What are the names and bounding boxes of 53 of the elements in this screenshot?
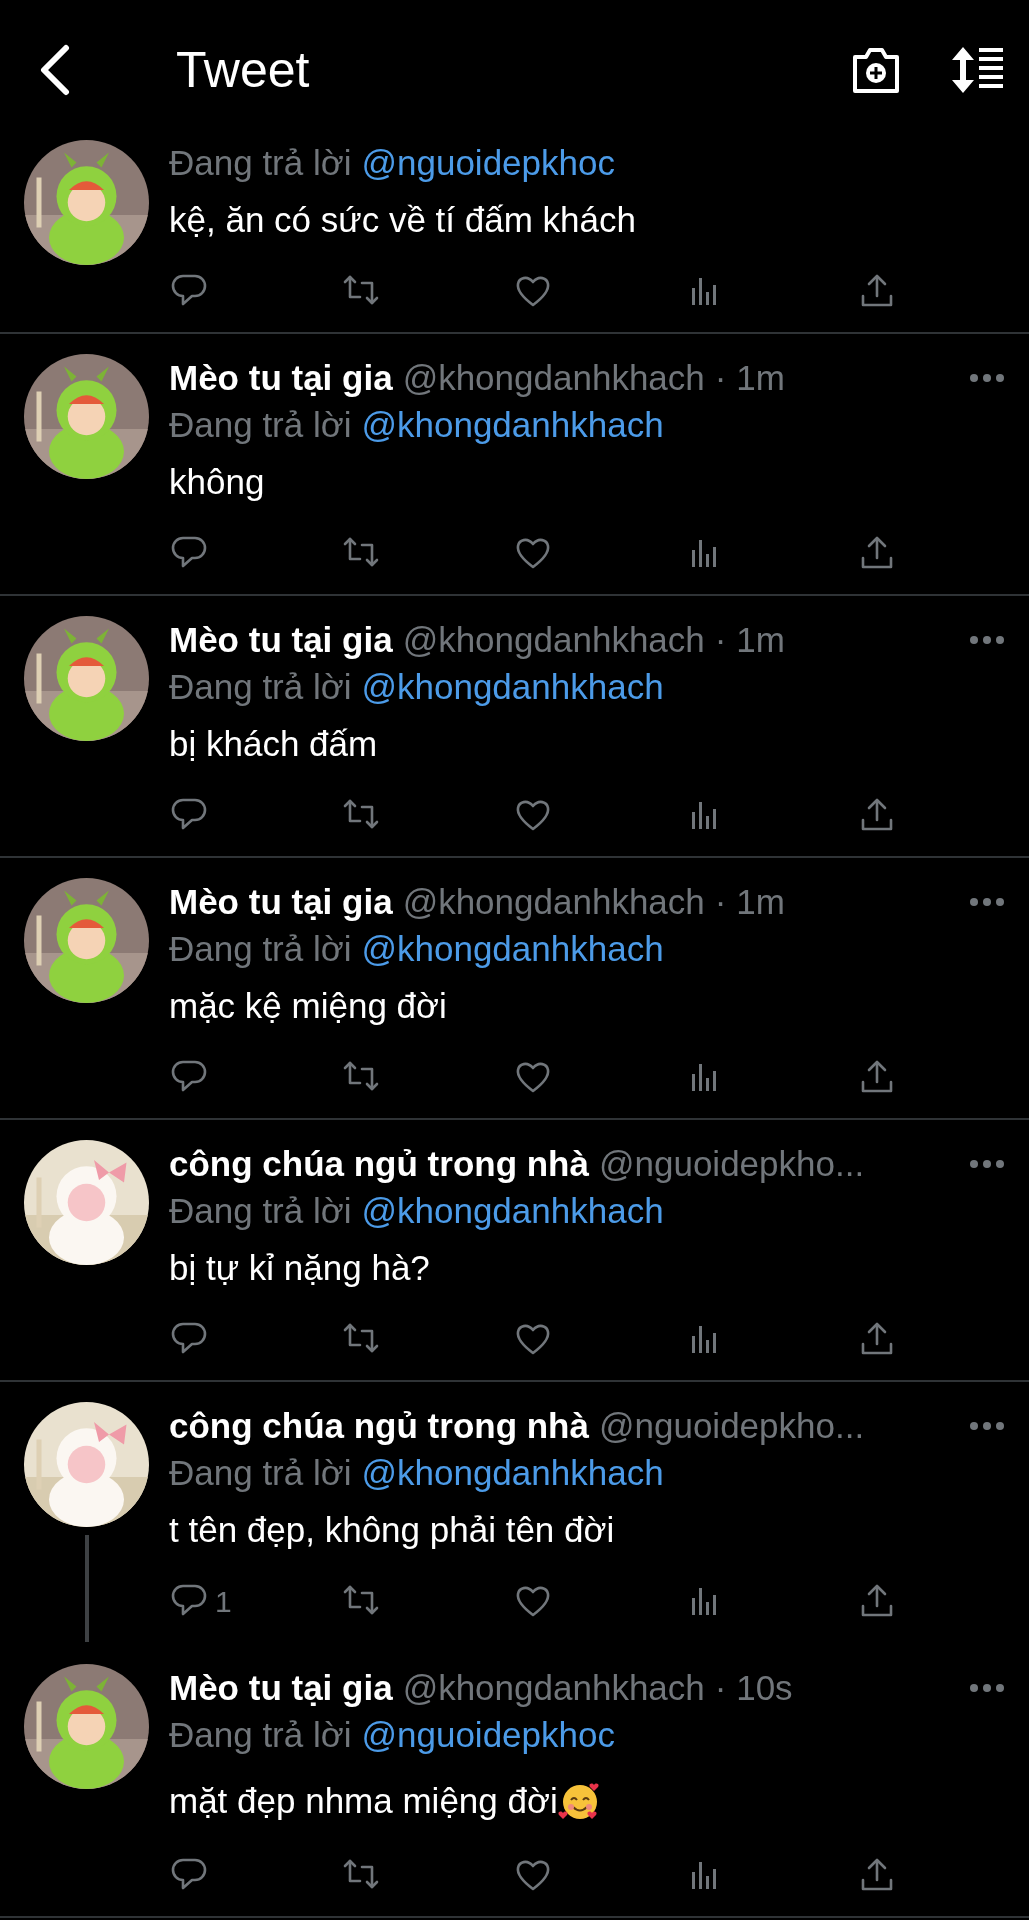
- more-icon[interactable]: [969, 1421, 1005, 1431]
- replying-to-label: Đang trả lời: [169, 1191, 352, 1231]
- mention-link[interactable]: @khongdanhkhach: [361, 1453, 664, 1493]
- author-handle: @nguoidepkho...: [598, 1144, 865, 1184]
- author-handle: @khongdanhkhach: [402, 358, 705, 398]
- replying-to-label: Đang trả lời: [169, 143, 352, 183]
- mention-link[interactable]: @khongdanhkhach: [361, 667, 664, 707]
- author-name[interactable]: Mèo tu tại gia: [169, 882, 393, 922]
- tweet[interactable]: công chúa ngủ trong nhà @nguoidepkho... Đang trả lời @khongdanhkhach t tên đẹp, không phải tên đời 1: [0, 1382, 1029, 1644]
- tweet[interactable]: Mèo tu tại gia @khongdanhkhach · 1m Đang trả lời @khongdanhkhach bị khách đấm: [0, 596, 1029, 858]
- more-icon[interactable]: [969, 1683, 1005, 1693]
- tweet-time: · 1m: [714, 882, 785, 922]
- tweet-text: t tên đẹp, không phải tên đời: [169, 1510, 615, 1550]
- tweet[interactable]: công chúa ngủ trong nhà @nguoidepkho... Đang trả lời @khongdanhkhach bị tự kỉ nặng hà?: [0, 1120, 1029, 1382]
- tweet-text: mặc kệ miệng đời: [169, 986, 447, 1026]
- more-icon[interactable]: [969, 373, 1005, 383]
- tweet[interactable]: Đang trả lời @nguoidepkhoc kệ, ăn có sức về tí đấm khách: [0, 140, 1029, 334]
- reply-count: 1: [215, 1585, 232, 1619]
- more-icon[interactable]: [969, 1159, 1005, 1169]
- author-name[interactable]: công chúa ngủ trong nhà: [169, 1406, 589, 1446]
- tweet-time: · 1m: [714, 620, 785, 660]
- tweet-text: kệ, ăn có sức về tí đấm khách: [169, 200, 636, 240]
- tweet-text: bị khách đấm: [169, 724, 378, 764]
- mention-link[interactable]: @nguoidepkhoc: [361, 1715, 615, 1755]
- replying-to-label: Đang trả lời: [169, 929, 352, 969]
- author-handle: @khongdanhkhach: [402, 620, 705, 660]
- tweet-text: không: [169, 462, 265, 502]
- author-name[interactable]: Mèo tu tại gia: [169, 1668, 393, 1708]
- author-handle: @nguoidepkho...: [598, 1406, 865, 1446]
- author-name[interactable]: Mèo tu tại gia: [169, 620, 393, 660]
- page-title: Tweet: [176, 41, 311, 99]
- replying-to-label: Đang trả lời: [169, 1715, 352, 1755]
- tweet[interactable]: Mèo tu tại gia @khongdanhkhach · 1m Đang trả lời @khongdanhkhach mặc kệ miệng đời: [0, 858, 1029, 1120]
- author-handle: @khongdanhkhach: [402, 882, 705, 922]
- replying-to-label: Đang trả lời: [169, 667, 352, 707]
- tweet-time: · 10s: [714, 1668, 793, 1708]
- tweet-text: bị tự kỉ nặng hà?: [169, 1248, 430, 1288]
- author-handle: @khongdanhkhach: [402, 1668, 705, 1708]
- tweet-text: mặt đẹp nhma miệng đời: [169, 1781, 558, 1821]
- mention-link[interactable]: @nguoidepkhoc: [361, 143, 615, 183]
- replying-to-label: Đang trả lời: [169, 405, 352, 445]
- mention-link[interactable]: @khongdanhkhach: [361, 405, 664, 445]
- back-icon[interactable]: [38, 44, 72, 96]
- author-name[interactable]: Mèo tu tại gia: [169, 358, 393, 398]
- tweet-time: · 1m: [714, 358, 785, 398]
- replying-to-label: Đang trả lời: [169, 1453, 352, 1493]
- more-icon[interactable]: [969, 897, 1005, 907]
- mention-link[interactable]: @khongdanhkhach: [361, 1191, 664, 1231]
- mention-link[interactable]: @khongdanhkhach: [361, 929, 664, 969]
- tweet[interactable]: Mèo tu tại gia @khongdanhkhach · 1m Đang trả lời @khongdanhkhach không: [0, 334, 1029, 596]
- author-name[interactable]: công chúa ngủ trong nhà: [169, 1144, 589, 1184]
- tweet[interactable]: Mèo tu tại gia @khongdanhkhach · 10s Đang trả lời @nguoidepkhoc mặt đẹp nhma miệng đời: [0, 1644, 1029, 1918]
- more-icon[interactable]: [969, 635, 1005, 645]
